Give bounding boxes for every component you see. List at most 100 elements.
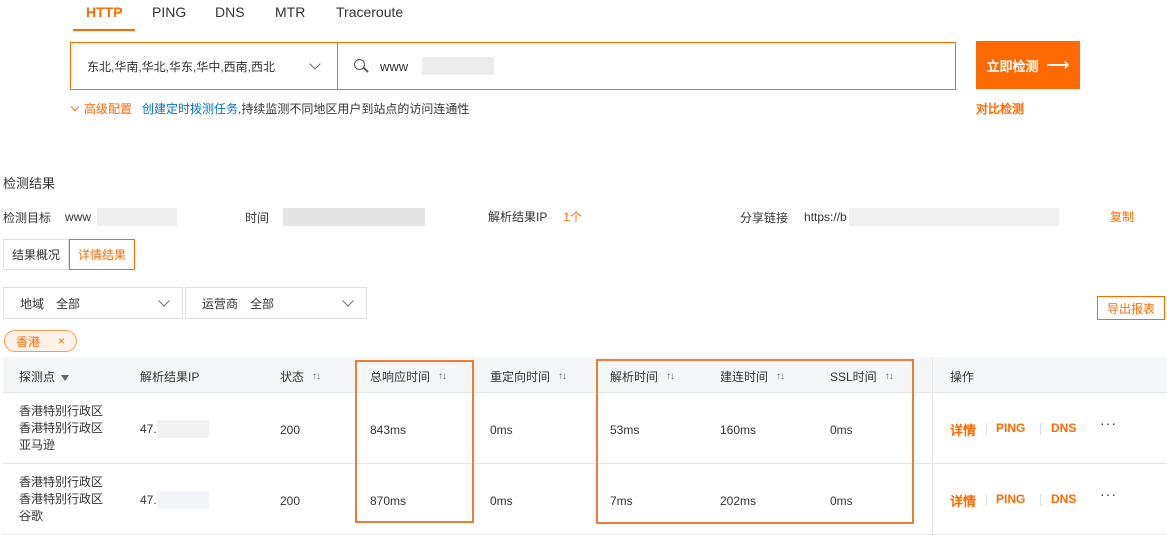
view-tabs: 结果概况 详情结果	[3, 239, 136, 270]
ip-label: 解析结果IP	[488, 210, 548, 224]
sort-icon[interactable]: ↑↓	[885, 371, 894, 382]
copy-link-button[interactable]: 复制	[1110, 208, 1134, 225]
isp-filter-label: 运营商	[202, 296, 239, 311]
col-ip: 解析结果IP	[140, 370, 200, 384]
col-resolve-label: 解析时间	[610, 370, 659, 384]
more-icon[interactable]: ···	[1100, 415, 1117, 431]
schedule-description: ,持续监测不同地区用户到站点的访问连通性	[238, 102, 470, 116]
info-time: 时间	[245, 208, 426, 226]
info-target: 检测目标 www	[3, 208, 178, 226]
tab-http[interactable]: HTTP	[86, 4, 123, 20]
sort-icon[interactable]: ↑↓	[312, 371, 321, 382]
probe-region: 香港特别行政区	[19, 404, 104, 418]
detail-link[interactable]: 详情	[950, 491, 976, 510]
col-ssl-label: SSL时间	[830, 370, 877, 384]
share-value-wrap: https://b	[804, 208, 1059, 226]
redacted-mask	[156, 420, 209, 438]
ssl-time-cell: 0ms	[830, 494, 853, 508]
results-title: 检测结果	[3, 176, 56, 191]
redacted-mask	[422, 57, 495, 75]
col-ops: 操作	[950, 370, 975, 384]
probe-city: 香港特别行政区	[19, 421, 104, 435]
table-row: 香港特别行政区 香港特别行政区 亚马逊 47. 200 843ms 0ms 53…	[3, 393, 1167, 464]
tab-overview[interactable]: 结果概况	[3, 239, 70, 270]
url-input[interactable]: www	[337, 42, 956, 90]
col-connect: 建连时间 ↑↓	[720, 368, 785, 385]
tab-mtr[interactable]: MTR	[275, 4, 305, 20]
col-resolve: 解析时间 ↑↓	[610, 368, 675, 385]
search-icon	[354, 59, 369, 73]
create-schedule-link[interactable]: 创建定时拨测任务	[142, 100, 238, 117]
ping-link[interactable]: PING	[996, 421, 1025, 435]
sort-icon[interactable]: ↑↓	[666, 371, 675, 382]
region-filter-label: 地域	[20, 296, 45, 311]
share-label: 分享链接	[740, 210, 789, 225]
tool-tabs: HTTP PING DNS MTR Traceroute	[0, 0, 1167, 31]
col-status: 状态 ↑↓	[280, 368, 321, 385]
table-row: 香港特别行政区 香港特别行政区 谷歌 47. 200 870ms 0ms 7ms…	[3, 464, 1167, 535]
sort-icon[interactable]: ↑↓	[776, 371, 785, 382]
connect-time-cell: 160ms	[720, 423, 757, 437]
ssl-time-cell: 0ms	[830, 423, 853, 437]
probe-isp: 谷歌	[19, 509, 44, 523]
ops-column-divider	[932, 357, 933, 535]
probe-cell: 香港特别行政区 香港特别行政区 谷歌	[19, 474, 103, 525]
region-filter-value: 全部	[56, 296, 81, 311]
ping-link[interactable]: PING	[996, 492, 1025, 506]
advanced-config-link[interactable]: 高级配置	[84, 100, 132, 117]
target-value: www	[65, 210, 92, 224]
dns-link[interactable]: DNS	[1051, 492, 1076, 506]
tab-details[interactable]: 详情结果	[69, 239, 136, 270]
resolve-time-cell: 7ms	[610, 494, 633, 508]
redacted-mask	[848, 208, 1059, 226]
region-filter[interactable]: 地域 全部	[3, 287, 183, 319]
region-select-value: 东北,华南,华北,华东,华中,西南,西北	[87, 59, 276, 74]
col-probe-label: 探测点	[19, 370, 56, 384]
probe-region: 香港特别行政区	[19, 475, 104, 489]
tab-dns[interactable]: DNS	[215, 4, 245, 20]
col-ssl: SSL时间 ↑↓	[830, 368, 894, 385]
target-value-wrap: www	[65, 208, 178, 226]
connect-time-cell: 202ms	[720, 494, 757, 508]
sort-icon[interactable]: ↑↓	[558, 371, 567, 382]
isp-filter[interactable]: 运营商 全部	[185, 287, 367, 319]
detail-link[interactable]: 详情	[950, 420, 976, 439]
time-label: 时间	[245, 210, 270, 225]
divider	[1040, 423, 1041, 435]
total-time-cell: 843ms	[370, 423, 407, 437]
close-icon[interactable]: ×	[58, 334, 65, 348]
start-check-button[interactable]: 立即检测 ⟶	[976, 41, 1080, 89]
compare-check-link[interactable]: 对比检测	[976, 100, 1024, 117]
ip-count[interactable]: 1个	[563, 208, 582, 225]
redacted-mask	[283, 208, 426, 226]
probe-isp: 亚马逊	[19, 438, 56, 452]
chevron-down-icon	[158, 295, 170, 307]
col-redirect: 重定向时间 ↑↓	[490, 368, 567, 385]
col-probe: 探测点	[19, 368, 70, 385]
table-header: 探测点 解析结果IP 状态 ↑↓ 总响应时间 ↑↓ 重定向时间 ↑↓ 解析时间 …	[3, 357, 1167, 393]
col-total: 总响应时间 ↑↓	[370, 368, 447, 385]
chevron-down-icon	[70, 102, 80, 111]
dns-link[interactable]: DNS	[1051, 421, 1076, 435]
sort-icon[interactable]: ↑↓	[438, 371, 447, 382]
status-cell: 200	[280, 423, 301, 437]
active-tab-indicator	[73, 29, 135, 31]
status-cell: 200	[280, 494, 301, 508]
filter-icon[interactable]	[61, 374, 70, 381]
tab-ping[interactable]: PING	[152, 4, 186, 20]
resolve-time-cell: 53ms	[610, 423, 640, 437]
col-status-label: 状态	[280, 370, 305, 384]
filter-chip: 香港 ×	[4, 330, 77, 352]
region-select[interactable]: 东北,华南,华北,华东,华中,西南,西北	[70, 42, 337, 90]
ip-cell: 47.	[140, 420, 209, 438]
isp-filter-value: 全部	[250, 296, 275, 311]
redirect-time-cell: 0ms	[490, 494, 513, 508]
export-report-button[interactable]: 导出报表	[1097, 296, 1165, 320]
more-icon[interactable]: ···	[1100, 486, 1117, 502]
info-share: 分享链接 https://b	[740, 208, 1059, 226]
divider	[986, 423, 987, 435]
url-input-value: www	[380, 58, 409, 74]
info-ip: 解析结果IP 1个	[488, 208, 582, 225]
chevron-down-icon	[342, 295, 354, 307]
tab-traceroute[interactable]: Traceroute	[336, 4, 403, 20]
